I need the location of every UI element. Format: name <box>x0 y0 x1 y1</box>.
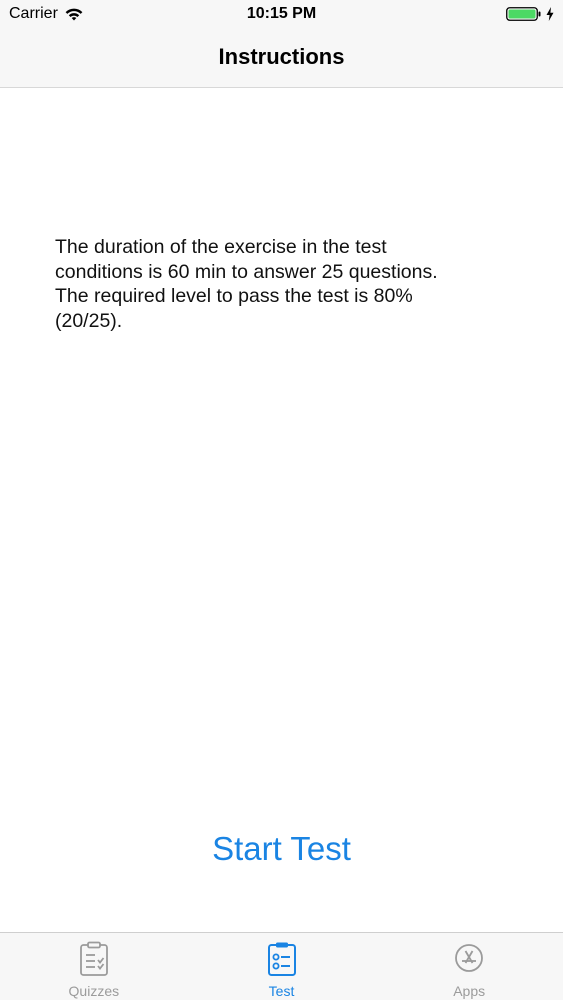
tab-quizzes[interactable]: Quizzes <box>0 933 188 1000</box>
tab-test[interactable]: Test <box>188 933 376 1000</box>
tab-apps[interactable]: Apps <box>375 933 563 1000</box>
instructions-line: conditions is 60 min to answer 25 questi… <box>55 260 438 283</box>
battery-indicator <box>506 6 555 22</box>
tab-label: Test <box>268 983 295 999</box>
page-title: Instructions <box>218 44 345 69</box>
instructions-line: (20/25). <box>55 309 123 332</box>
status-bar: Carrier 10:15 PM <box>0 0 563 30</box>
instructions-line: The duration of the exercise in the test <box>55 236 387 258</box>
tab-label: Apps <box>453 983 486 999</box>
battery-icon <box>506 7 541 21</box>
instructions-text: The duration of the exercise in the test… <box>55 235 495 333</box>
charging-bolt-icon <box>546 7 554 21</box>
clipboard-check-icon <box>79 941 108 976</box>
status-time: 10:15 PM <box>246 5 317 22</box>
app-store-icon <box>455 944 484 972</box>
navigation-bar: Instructions <box>0 30 563 88</box>
tab-bar: Quizzes Test Apps <box>0 932 563 1000</box>
start-test-button[interactable]: Start Test <box>0 830 563 868</box>
tab-label: Quizzes <box>68 983 120 999</box>
instructions-line: The required level to pass the test is 8… <box>55 285 413 307</box>
app-screen: Carrier 10:15 PM Instructions The durati… <box>0 0 563 1000</box>
clipboard-list-icon <box>267 942 296 976</box>
